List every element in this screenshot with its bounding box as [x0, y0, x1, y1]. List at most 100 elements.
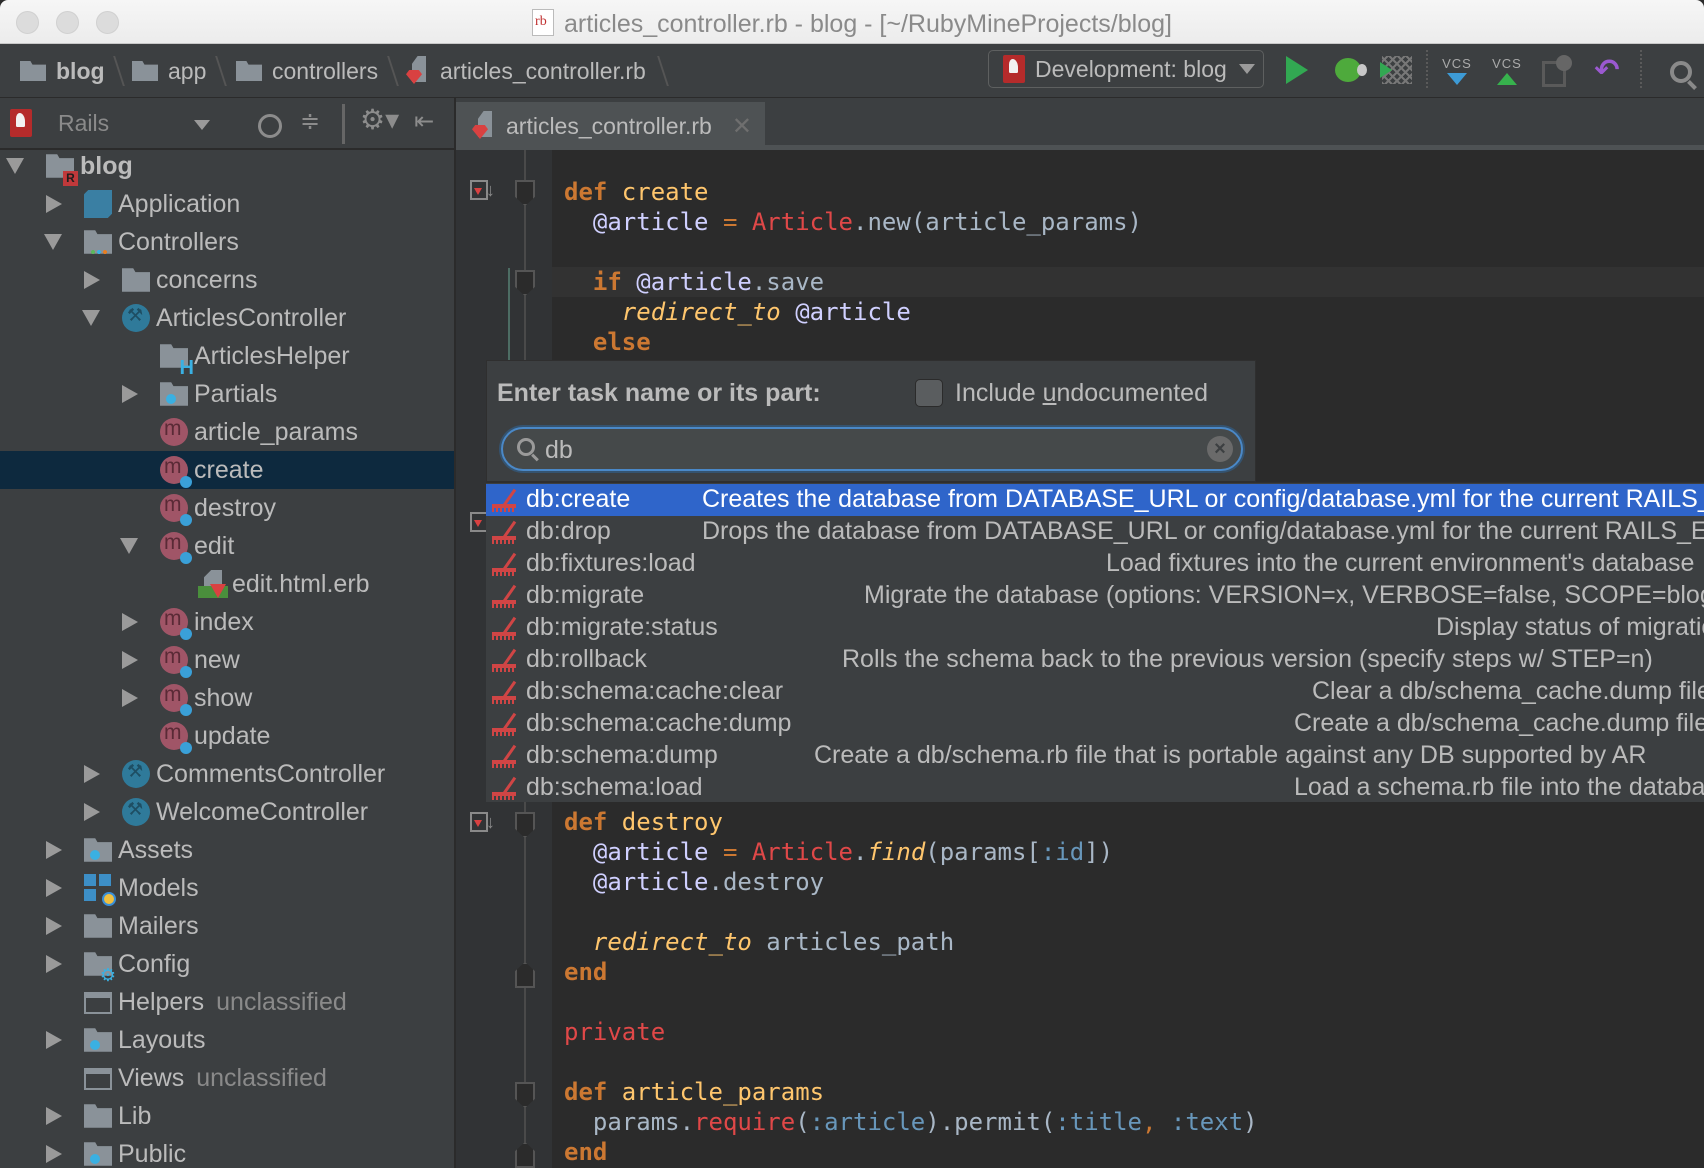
tree-item[interactable]: WelcomeController	[0, 793, 454, 831]
expand-arrow-down-icon[interactable]	[6, 158, 24, 174]
code-line[interactable]: end	[552, 957, 1704, 987]
breadcrumb-blog[interactable]: blog	[20, 57, 105, 85]
code-line[interactable]: def article_params	[552, 1077, 1704, 1107]
history-button[interactable]	[1540, 54, 1574, 87]
debug-button[interactable]	[1330, 55, 1367, 85]
rake-task-item[interactable]: db:schema:load Load a schema.rb file into…	[486, 772, 1704, 802]
hide-panel-icon[interactable]: ⇤	[414, 108, 434, 136]
tree-item[interactable]: Mailers	[0, 907, 454, 945]
expand-arrow-right-icon[interactable]	[46, 841, 62, 859]
run-configuration-select[interactable]: Development: blog	[988, 50, 1264, 88]
tree-item[interactable]: Public	[0, 1135, 454, 1168]
overrides-method-icon[interactable]	[470, 180, 495, 201]
tree-item[interactable]: ArticlesController	[0, 299, 454, 337]
code-line[interactable]: if @article.save	[552, 267, 1704, 297]
collapse-all-icon[interactable]: ≑	[300, 108, 320, 136]
clear-search-icon[interactable]: ×	[1207, 436, 1233, 462]
tree-item[interactable]: Views unclassified	[0, 1059, 454, 1097]
tab-articles-controller[interactable]: articles_controller.rb ✕	[456, 102, 765, 150]
expand-arrow-right-icon[interactable]	[84, 803, 100, 821]
vcs-update-button[interactable]: VCS	[1440, 52, 1474, 88]
breadcrumb-file[interactable]: articles_controller.rb	[406, 57, 646, 85]
tree-item[interactable]: CommentsController	[0, 755, 454, 793]
rake-task-item[interactable]: db:drop Drops the database from DATABASE_…	[486, 516, 1704, 548]
code-line[interactable]: redirect_to articles_path	[552, 927, 1704, 957]
tree-item[interactable]: Models	[0, 869, 454, 907]
include-undocumented-checkbox[interactable]	[915, 379, 943, 407]
run-button[interactable]	[1282, 55, 1312, 85]
tree-item[interactable]: Controllers	[0, 223, 454, 261]
expand-arrow-right-icon[interactable]	[122, 689, 138, 707]
expand-arrow-right-icon[interactable]	[46, 917, 62, 935]
rake-task-item[interactable]: db:migrate:status Display status of migra…	[486, 612, 1704, 644]
tree-item[interactable]: destroy	[0, 489, 454, 527]
expand-arrow-right-icon[interactable]	[122, 651, 138, 669]
tree-item[interactable]: edit	[0, 527, 454, 565]
close-icon[interactable]: ✕	[732, 112, 752, 141]
code-line[interactable]: redirect_to @article	[552, 297, 1704, 327]
vcs-change-marker[interactable]	[508, 268, 510, 368]
expand-arrow-down-icon[interactable]	[44, 234, 62, 250]
expand-arrow-right-icon[interactable]	[122, 385, 138, 403]
project-view-select[interactable]: Rails	[58, 110, 109, 137]
expand-arrow-right-icon[interactable]	[46, 1031, 62, 1049]
run-with-coverage-button[interactable]	[1380, 55, 1414, 85]
tree-item[interactable]: ⚙ Config	[0, 945, 454, 984]
code-line[interactable]: end	[552, 1137, 1704, 1167]
tree-item[interactable]: Application	[0, 185, 454, 223]
rake-task-item[interactable]: db:schema:dump Create a db/schema.rb file…	[486, 740, 1704, 772]
revert-button[interactable]: ↶	[1590, 52, 1624, 88]
rake-task-item[interactable]: db:schema:cache:dump Create a db/schema_c…	[486, 708, 1704, 740]
expand-arrow-right-icon[interactable]	[122, 613, 138, 631]
tree-item[interactable]: Rblog	[0, 150, 454, 186]
tree-item[interactable]: show	[0, 679, 454, 717]
rake-task-item[interactable]: db:create Creates the database from DATAB…	[486, 484, 1704, 516]
code-line[interactable]: @article.destroy	[552, 867, 1704, 897]
tree-item[interactable]: concerns	[0, 261, 454, 299]
breadcrumb-app[interactable]: app	[132, 57, 206, 85]
tree-item[interactable]: update	[0, 717, 454, 755]
tree-item[interactable]: index	[0, 603, 454, 641]
code-line[interactable]: def create	[552, 177, 1704, 207]
tree-item[interactable]: Layouts	[0, 1021, 454, 1059]
rake-task-item[interactable]: db:fixtures:load Load fixtures into the c…	[486, 548, 1704, 580]
gear-icon[interactable]: ⚙▾	[360, 106, 399, 134]
expand-arrow-right-icon[interactable]	[84, 271, 100, 289]
code-line[interactable]	[552, 897, 1704, 927]
vcs-commit-button[interactable]: VCS	[1490, 52, 1524, 88]
code-line[interactable]: else	[552, 327, 1704, 357]
include-undocumented-label[interactable]: Include undocumented	[955, 379, 1208, 408]
overrides-method-icon[interactable]	[470, 812, 495, 833]
rake-task-item[interactable]: db:schema:cache:clear Clear a db/schema_c…	[486, 676, 1704, 708]
tree-item[interactable]: article_params	[0, 413, 454, 451]
rake-task-item[interactable]: db:rollback Rolls the schema back to the …	[486, 644, 1704, 676]
breadcrumb-controllers[interactable]: controllers	[236, 57, 378, 85]
tree-item[interactable]: Assets	[0, 831, 454, 869]
expand-arrow-right-icon[interactable]	[84, 765, 100, 783]
tree-item[interactable]: edit.html.erb	[0, 565, 454, 603]
expand-arrow-down-icon[interactable]	[120, 538, 138, 554]
code-line[interactable]	[552, 237, 1704, 267]
code-line[interactable]: def destroy	[552, 807, 1704, 837]
code-line[interactable]	[552, 987, 1704, 1017]
tree-item[interactable]: Lib	[0, 1097, 454, 1135]
rake-task-item[interactable]: db:migrate Migrate the database (options:…	[486, 580, 1704, 612]
code-line[interactable]: @article = Article.find(params[:id])	[552, 837, 1704, 867]
expand-arrow-right-icon[interactable]	[46, 1145, 62, 1163]
expand-arrow-right-icon[interactable]	[46, 955, 62, 973]
tree-item[interactable]: Helpers unclassified	[0, 983, 454, 1021]
tree-item[interactable]: create	[0, 451, 454, 489]
tree-item[interactable]: H ArticlesHelper	[0, 337, 454, 378]
code-line[interactable]	[552, 1047, 1704, 1077]
code-line[interactable]: private	[552, 1017, 1704, 1047]
tree-item[interactable]: new	[0, 641, 454, 679]
expand-arrow-down-icon[interactable]	[82, 310, 100, 326]
code-line[interactable]: @article = Article.new(article_params)	[552, 207, 1704, 237]
tree-item[interactable]: Partials	[0, 375, 454, 413]
task-search-input[interactable]	[545, 435, 1185, 465]
expand-arrow-right-icon[interactable]	[46, 879, 62, 897]
chevron-down-icon[interactable]	[194, 120, 210, 130]
search-everywhere-button[interactable]	[1664, 56, 1698, 88]
expand-arrow-right-icon[interactable]	[46, 195, 62, 213]
code-line[interactable]: params.require(:article).permit(:title, …	[552, 1107, 1704, 1137]
